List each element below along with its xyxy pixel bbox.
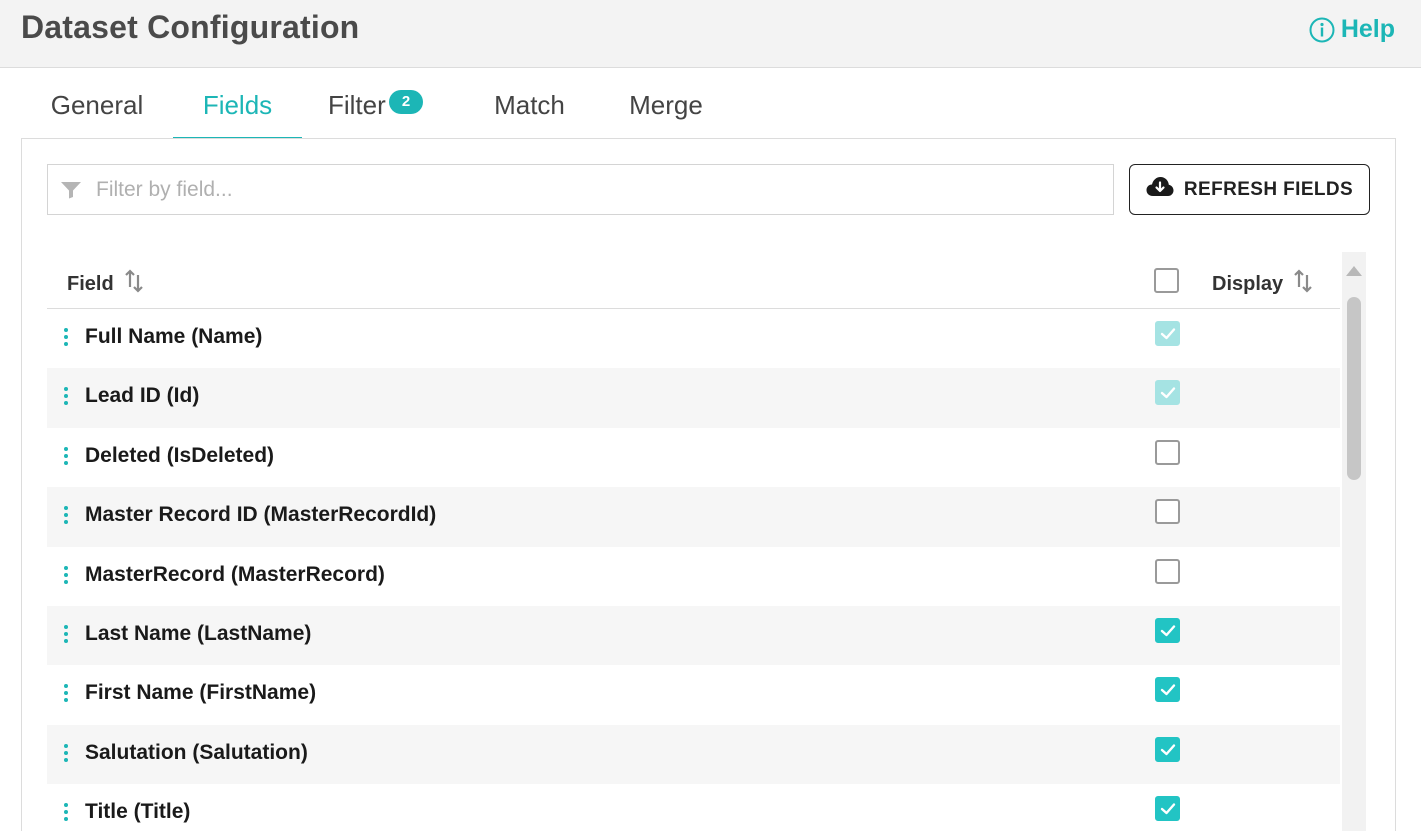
display-checkbox[interactable] (1155, 499, 1180, 525)
drag-handle-icon[interactable] (64, 803, 70, 825)
refresh-fields-button[interactable]: REFRESH FIELDS (1129, 164, 1370, 215)
sort-icon[interactable] (124, 269, 144, 299)
column-header-display-label: Display (1212, 272, 1284, 295)
display-checkbox[interactable] (1155, 617, 1180, 643)
drag-handle-icon[interactable] (64, 446, 70, 469)
field-label: Full Name (Name) (85, 325, 263, 348)
display-checkbox[interactable] (1155, 321, 1180, 346)
table-header: Field Display (47, 252, 1340, 309)
drag-handle-icon[interactable] (64, 624, 70, 647)
tab-merge[interactable]: Merge (596, 80, 736, 139)
drag-handle-icon[interactable] (64, 328, 70, 350)
field-label: First Name (FirstName) (85, 681, 317, 705)
field-label: Master Record ID (MasterRecordId) (85, 503, 437, 527)
info-icon (1309, 17, 1335, 43)
column-header-field: Field (67, 269, 144, 299)
help-label: Help (1340, 15, 1395, 43)
field-label: Salutation (Salutation) (85, 740, 308, 764)
display-checkbox[interactable] (1155, 736, 1180, 762)
drag-handle-icon[interactable] (64, 387, 70, 409)
scroll-up-arrow-icon[interactable] (1346, 266, 1362, 276)
filter-count-badge: 2 (389, 90, 423, 114)
display-checkbox[interactable] (1155, 796, 1180, 822)
field-filter-input[interactable] (96, 165, 1096, 214)
field-label: Deleted (IsDeleted) (85, 443, 275, 467)
tab-filter[interactable]: Filter 2 (328, 80, 448, 139)
filter-icon (60, 181, 82, 204)
field-row: Master Record ID (MasterRecordId) (47, 487, 1340, 547)
vertical-scrollbar[interactable] (1342, 252, 1366, 831)
display-checkbox[interactable] (1155, 380, 1180, 406)
tab-fields[interactable]: Fields (173, 80, 302, 139)
field-row: MasterRecord (MasterRecord) (47, 546, 1340, 606)
page-title: Dataset Configuration (21, 9, 360, 45)
field-label: MasterRecord (MasterRecord) (85, 562, 385, 586)
fields-panel: REFRESH FIELDS Field Display Full Name (… (21, 138, 1396, 831)
field-label: Last Name (LastName) (85, 621, 312, 645)
tab-general[interactable]: General (21, 80, 173, 139)
column-header-display: Display (1212, 269, 1313, 299)
tab-filter-label: Filter (328, 90, 386, 120)
tab-bar: General Fields Filter 2 Match Merge (21, 80, 736, 139)
scrollbar-thumb[interactable] (1347, 297, 1361, 480)
drag-handle-icon[interactable] (64, 743, 70, 766)
field-row: Last Name (LastName) (47, 605, 1340, 666)
cloud-download-icon (1146, 176, 1174, 204)
display-checkbox[interactable] (1155, 439, 1180, 465)
field-row: Deleted (IsDeleted) (47, 427, 1340, 488)
field-row: Salutation (Salutation) (47, 724, 1340, 785)
page-header: Dataset Configuration Help (0, 0, 1421, 68)
drag-handle-icon[interactable] (64, 506, 70, 528)
field-row: Lead ID (Id) (47, 368, 1340, 428)
select-all-checkbox[interactable] (1154, 268, 1179, 293)
field-label: Title (Title) (85, 800, 191, 824)
help-link[interactable]: Help (1309, 15, 1395, 44)
display-checkbox[interactable] (1155, 677, 1180, 703)
drag-handle-icon[interactable] (64, 565, 70, 588)
field-row: Full Name (Name) (47, 309, 1340, 369)
drag-handle-icon[interactable] (64, 684, 70, 706)
field-label: Lead ID (Id) (85, 384, 200, 408)
field-row: Title (Title) (47, 784, 1340, 831)
display-checkbox[interactable] (1155, 558, 1180, 584)
tab-match[interactable]: Match (463, 80, 596, 139)
sort-icon[interactable] (1293, 269, 1313, 299)
fields-list: Full Name (Name) Lead ID (Id) Deleted (I… (47, 309, 1340, 831)
field-filter (47, 164, 1114, 215)
field-row: First Name (FirstName) (47, 665, 1340, 725)
refresh-fields-label: REFRESH FIELDS (1183, 178, 1354, 200)
column-header-field-label: Field (67, 272, 114, 295)
